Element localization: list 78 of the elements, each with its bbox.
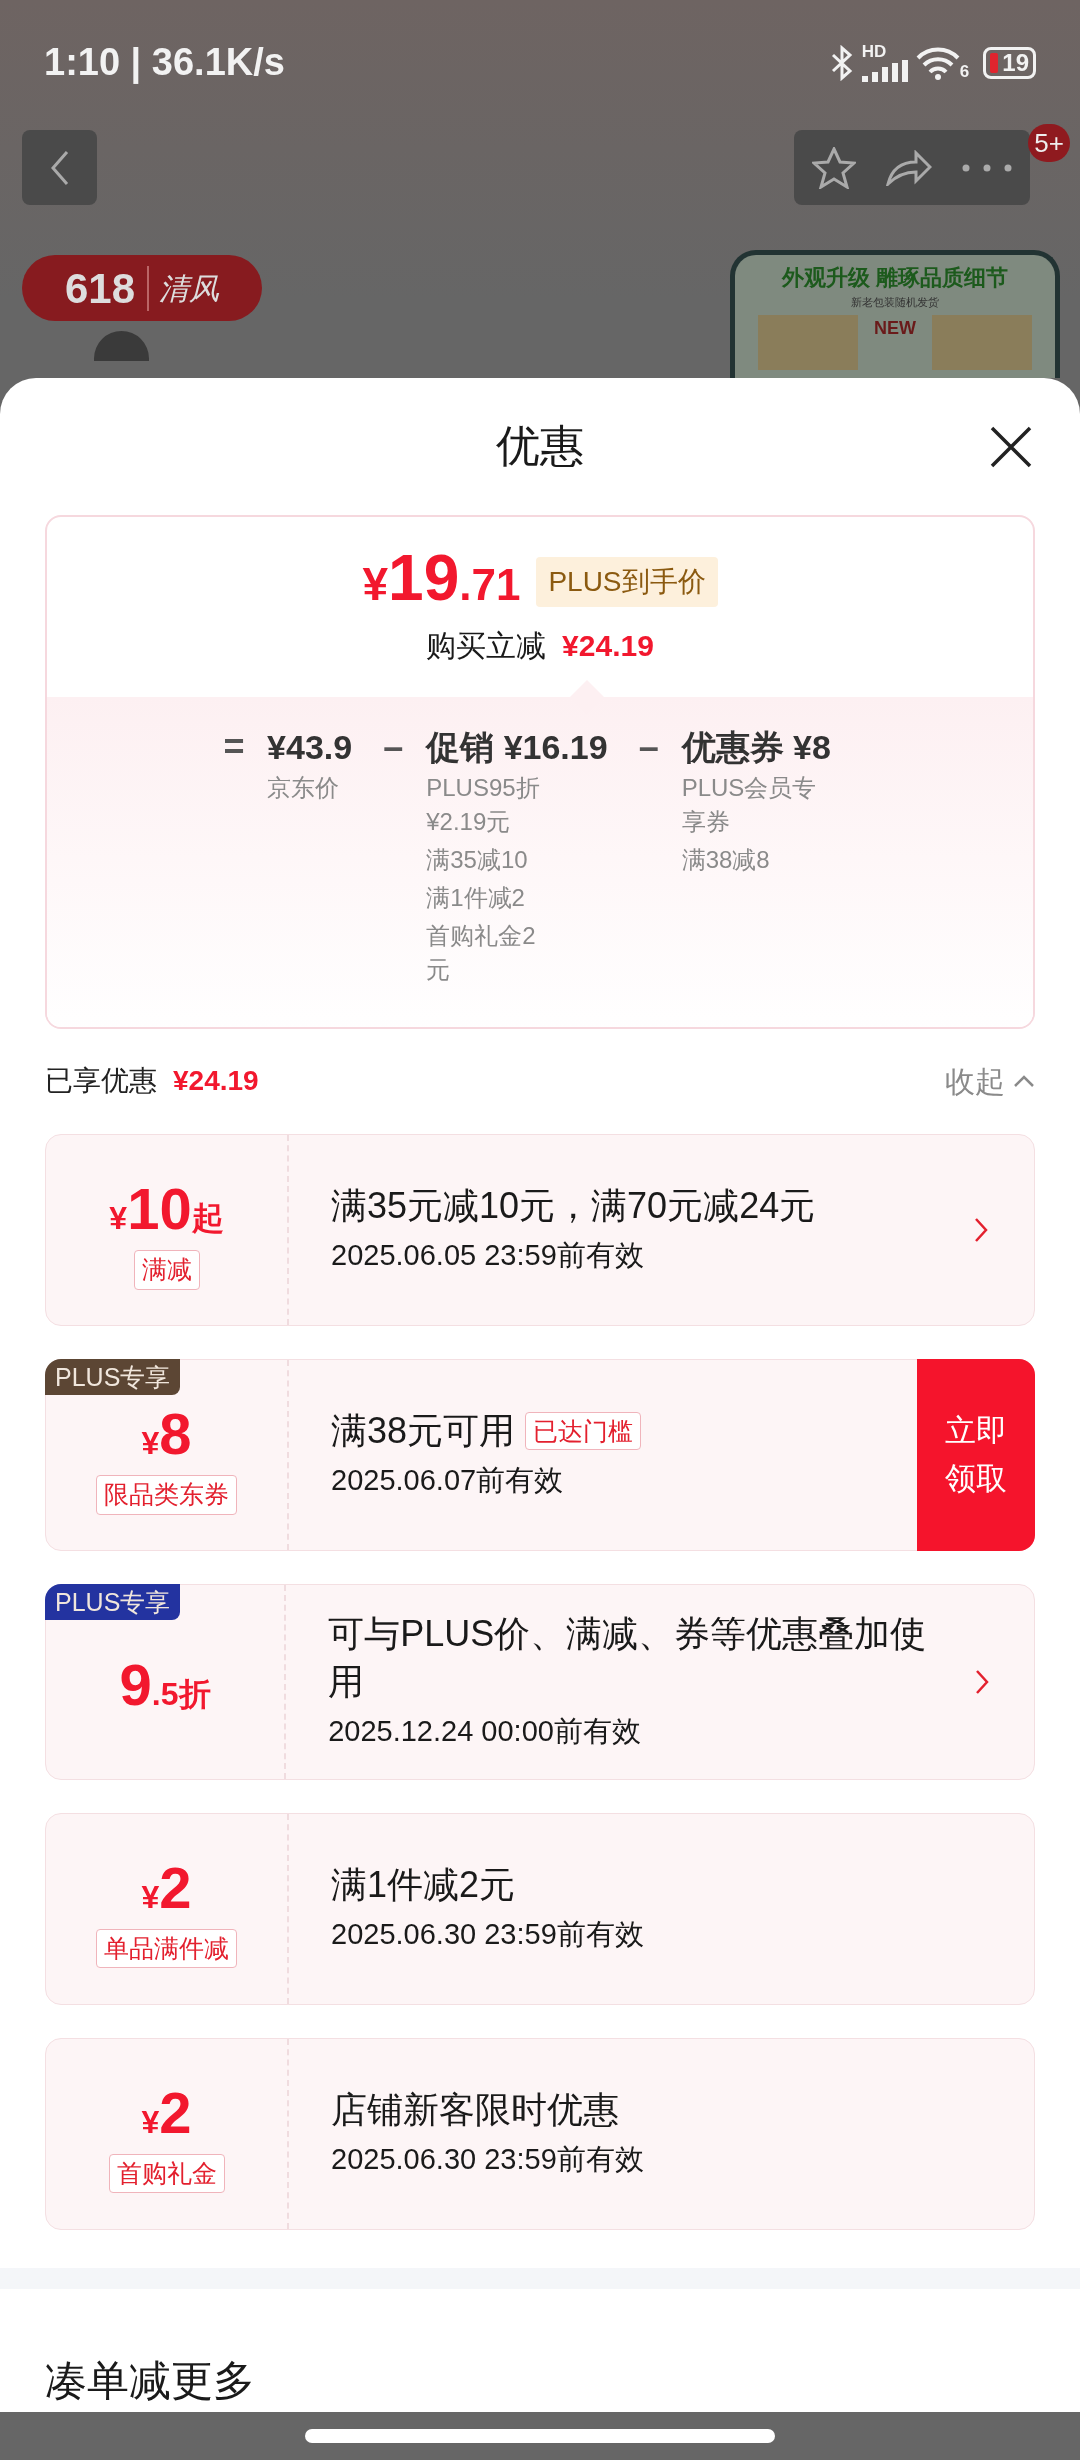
back-icon [49,149,70,186]
network-type: HD [861,43,887,60]
battery-level: 19 [1002,50,1029,75]
coupon-title: 满38元可用 [331,1409,516,1454]
coupon-title: 满35元减10元，满70元减24元 [331,1184,816,1229]
brand-logo: 清风 [147,265,220,311]
coupon-amount: 9 [119,1655,152,1714]
photo-placeholder [94,331,149,361]
chevron-right-icon[interactable] [974,1668,989,1695]
wifi-standard: 6 [959,62,970,80]
close-icon [990,426,1032,468]
price-currency: ¥ [362,557,389,612]
operator-sign: – [637,726,660,769]
coupon-currency: ¥ [141,1425,160,1464]
enjoyed-amount: ¥24.19 [173,1064,259,1099]
breakdown-note: 京东价 [267,772,341,803]
coupon-amount-suffix: .5折 [151,1674,211,1714]
breakdown-note: PLUS95折¥2.19元 [426,772,541,837]
banner-subline: 新老包装随机发货 [851,295,939,310]
chevron-up-icon [1013,1074,1035,1089]
saving-label: 购买立减 [426,627,547,664]
section-title: 凑单减更多 [44,2356,256,2406]
coupon-type-tag: 限品类东券 [96,1475,237,1515]
banner-headline: 外观升级 雕琢品质细节 [781,264,1009,292]
saving-amount: ¥24.19 [562,627,654,664]
status-time: 1:10 | 36.1K/s [44,40,285,86]
price-decimal: .71 [459,558,521,611]
sheet-title: 优惠 [496,420,584,473]
plus-badge: PLUS专享 [45,1359,181,1396]
share-icon[interactable] [886,149,932,186]
breakdown-note: 满1件减2 [426,882,526,913]
coupon-amount: 10 [127,1180,192,1239]
breakdown-note: 首购礼金2元 [426,920,537,985]
coupon-title: 满1件减2元 [331,1862,516,1907]
coupon-title: 可与PLUS价、满减、券等优惠叠加使用 [328,1612,928,1705]
breakdown-note: 满38减8 [681,844,771,875]
chevron-right-icon[interactable] [974,1217,988,1244]
coupon-type-tag: 满减 [133,1250,200,1290]
badge-number: 618 [64,263,136,314]
plus-badge: PLUS专享 [45,1584,181,1621]
coupon-amount-suffix: 起 [191,1200,224,1239]
close-button[interactable] [990,426,1032,468]
battery-fill [990,52,999,73]
enjoyed-label: 已享优惠 [45,1064,157,1099]
coupon-currency: ¥ [141,1878,160,1917]
coupon-expiry: 2025.06.30 23:59前有效 [331,1916,645,1952]
breakdown-amount: 促销 ¥16.19 [426,726,608,767]
coupon-expiry: 2025.06.07前有效 [331,1463,565,1499]
breakdown-note: PLUS会员专享券 [681,772,818,837]
new-tag: NEW [874,314,916,342]
breakdown-amount: 优惠券 ¥8 [681,726,831,767]
wifi-icon [915,45,960,80]
bluetooth-icon [829,44,854,81]
breakdown-note: 满35减10 [426,844,529,875]
notification-badge: 5+ [1028,124,1070,162]
threshold-tag: 已达门槛 [525,1412,642,1451]
coupon-title: 店铺新客限时优惠 [331,2087,619,2132]
breakdown-amount: ¥43.9 [267,726,353,767]
coupon-currency: ¥ [109,1200,128,1239]
collapse-button[interactable]: 收起 [945,1058,1035,1104]
coupon-expiry: 2025.06.30 23:59前有效 [331,2141,645,2177]
price-label: PLUS到手价 [536,557,718,608]
operator-sign: = [222,726,246,769]
more-icon[interactable] [962,163,1012,172]
operator-sign: – [382,726,405,769]
signal-icon [861,60,908,82]
claim-button[interactable]: 立即领取 [917,1359,1035,1552]
coupon-expiry: 2025.06.05 23:59前有效 [331,1238,645,1274]
back-button[interactable] [22,130,97,205]
coupon-type-tag: 单品满件减 [96,1928,237,1969]
coupon-expiry: 2025.12.24 00:00前有效 [328,1714,642,1750]
coupon-amount: 2 [159,1858,192,1917]
coupon-type-tag: 首购礼金 [108,2153,225,2194]
coupon-currency: ¥ [141,2103,160,2142]
coupon-amount: 8 [159,1405,192,1464]
final-price: 19 [388,545,460,610]
coupon-amount: 2 [159,2083,192,2142]
star-icon[interactable] [812,146,856,189]
